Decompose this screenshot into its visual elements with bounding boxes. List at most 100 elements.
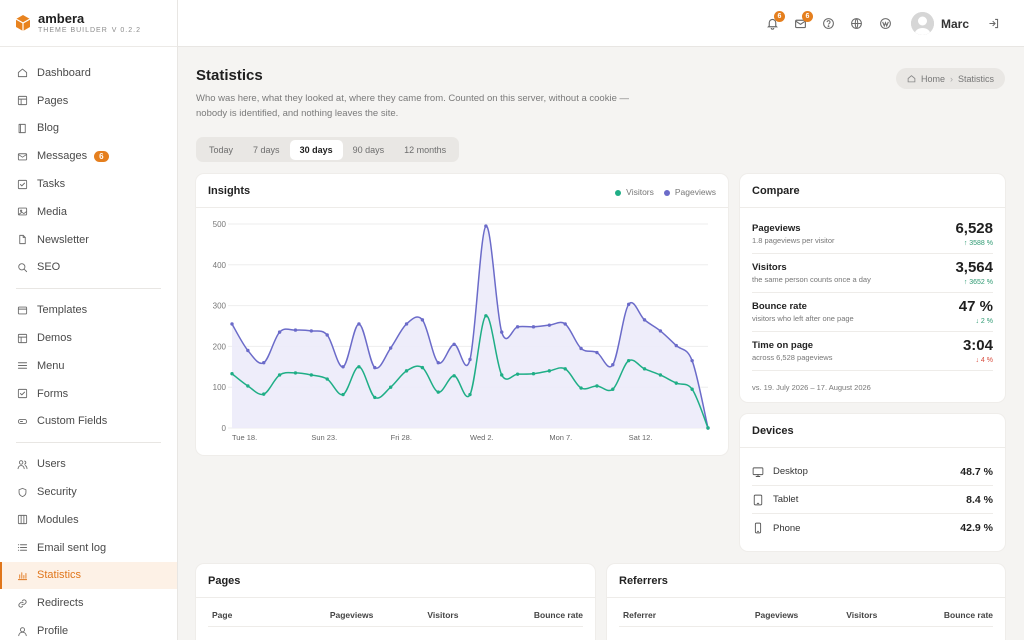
pageviews-point[interactable] (341, 365, 345, 369)
visitors-point[interactable] (277, 373, 282, 377)
pageviews-point[interactable] (579, 346, 583, 351)
legend-pageviews[interactable]: Pageviews (663, 187, 716, 197)
visitors-point[interactable] (611, 387, 615, 391)
visitors-point[interactable] (230, 372, 234, 376)
pageviews-point[interactable] (642, 318, 647, 322)
pageviews-point[interactable] (230, 322, 234, 326)
messages-button[interactable]: 6 (793, 11, 813, 30)
sidebar-item-newsletter[interactable]: Newsletter (0, 226, 177, 254)
column-header-visitors[interactable]: Visitors (798, 606, 878, 627)
sidebar-item-profile[interactable]: Profile (0, 617, 177, 640)
avatar[interactable] (911, 12, 934, 35)
visitors-point[interactable] (452, 374, 456, 378)
visitors-point[interactable] (500, 373, 504, 377)
pageviews-point[interactable] (436, 361, 440, 365)
sidebar-item-templates[interactable]: Templates (0, 296, 177, 324)
column-header-referrer[interactable]: Referrer (619, 606, 695, 627)
sidebar-item-email-sent-log[interactable]: Email sent log (0, 534, 177, 562)
visitors-point[interactable] (293, 371, 298, 375)
column-header-visitors[interactable]: Visitors (373, 606, 459, 627)
range-option-30-days[interactable]: 30 days (289, 139, 343, 160)
language-button[interactable] (849, 16, 863, 30)
visitors-point[interactable] (420, 365, 425, 370)
visitors-point[interactable] (388, 385, 393, 389)
pageviews-point[interactable] (404, 322, 409, 326)
visitors-point[interactable] (706, 426, 710, 430)
legend-visitors[interactable]: Visitors (615, 187, 654, 197)
pageviews-point[interactable] (420, 318, 425, 322)
visitors-point[interactable] (626, 358, 631, 363)
pageviews-point[interactable] (388, 346, 393, 350)
help-button[interactable] (821, 16, 835, 30)
pageviews-point[interactable] (373, 365, 377, 370)
wordpress-button[interactable] (878, 16, 892, 30)
pageviews-point[interactable] (690, 358, 694, 363)
column-header-page[interactable]: Page (208, 606, 262, 627)
sidebar-item-modules[interactable]: Modules (0, 506, 177, 534)
column-header-bounce-rate[interactable]: Bounce rate (877, 606, 993, 627)
visitors-point[interactable] (515, 372, 520, 376)
visitors-point[interactable] (341, 392, 345, 397)
sidebar-item-messages[interactable]: Messages 6 (0, 142, 177, 170)
sidebar-item-blog[interactable]: Blog (0, 115, 177, 143)
pageviews-point[interactable] (611, 363, 615, 367)
visitors-point[interactable] (547, 369, 552, 373)
pageviews-point[interactable] (262, 361, 266, 365)
sidebar-item-media[interactable]: Media (0, 198, 177, 226)
visitors-point[interactable] (262, 392, 266, 396)
pageviews-point[interactable] (277, 330, 282, 334)
pageviews-point[interactable] (674, 343, 678, 348)
visitors-point[interactable] (658, 373, 663, 377)
pageviews-point[interactable] (563, 322, 567, 326)
pageviews-point[interactable] (515, 325, 520, 329)
column-header-pageviews[interactable]: Pageviews (261, 606, 374, 627)
user-name[interactable]: Marc (941, 17, 969, 31)
visitors-point[interactable] (436, 390, 440, 394)
pageviews-point[interactable] (468, 357, 472, 362)
pageviews-point[interactable] (531, 325, 536, 329)
sidebar-item-redirects[interactable]: Redirects (0, 589, 177, 617)
pageviews-point[interactable] (547, 323, 552, 327)
sidebar-item-dashboard[interactable]: Dashboard (0, 59, 177, 87)
visitors-point[interactable] (642, 367, 647, 371)
visitors-point[interactable] (563, 367, 567, 371)
visitors-point[interactable] (246, 384, 250, 388)
sidebar-item-demos[interactable]: Demos (0, 324, 177, 352)
pageviews-point[interactable] (246, 348, 250, 353)
visitors-point[interactable] (325, 377, 329, 381)
visitors-point[interactable] (595, 384, 599, 388)
insights-chart[interactable]: 0 100 200 300 400 500 Tue 18. Sun 23. Fri 28. Wed… (196, 208, 728, 455)
pageviews-point[interactable] (626, 302, 631, 307)
pageviews-point[interactable] (658, 329, 663, 333)
visitors-point[interactable] (357, 365, 361, 369)
visitors-point[interactable] (579, 386, 583, 390)
visitors-point[interactable] (373, 395, 377, 400)
pageviews-point[interactable] (595, 350, 599, 355)
visitors-point[interactable] (674, 381, 678, 385)
range-option-7-days[interactable]: 7 days (243, 140, 290, 160)
sidebar-item-forms[interactable]: Forms (0, 380, 177, 408)
sidebar-item-tasks[interactable]: Tasks (0, 170, 177, 198)
visitors-point[interactable] (309, 373, 314, 377)
pageviews-point[interactable] (484, 224, 488, 228)
brand[interactable]: ambera THEME BUILDER V 0.2.2 (0, 0, 177, 47)
visitors-point[interactable] (531, 372, 536, 376)
visitors-point[interactable] (404, 369, 409, 373)
sidebar-item-custom-fields[interactable]: Custom Fields (0, 408, 177, 436)
sidebar-item-security[interactable]: Security (0, 478, 177, 506)
sidebar-item-statistics[interactable]: Statistics (0, 561, 177, 590)
pageviews-point[interactable] (309, 329, 314, 333)
pageviews-point[interactable] (357, 322, 361, 326)
column-header-pageviews[interactable]: Pageviews (694, 606, 799, 627)
range-option-today[interactable]: Today (199, 140, 243, 160)
column-header-bounce-rate[interactable]: Bounce rate (458, 606, 583, 627)
visitors-point[interactable] (690, 387, 694, 391)
range-option-12-months[interactable]: 12 months (394, 140, 456, 160)
breadcrumb-home[interactable]: Home (921, 74, 945, 84)
pageviews-point[interactable] (452, 342, 456, 347)
visitors-point[interactable] (484, 314, 488, 318)
range-option-90-days[interactable]: 90 days (343, 140, 395, 160)
sidebar-item-seo[interactable]: SEO (0, 254, 177, 282)
sidebar-item-pages[interactable]: Pages (0, 87, 177, 115)
sidebar-item-menu[interactable]: Menu (0, 352, 177, 380)
